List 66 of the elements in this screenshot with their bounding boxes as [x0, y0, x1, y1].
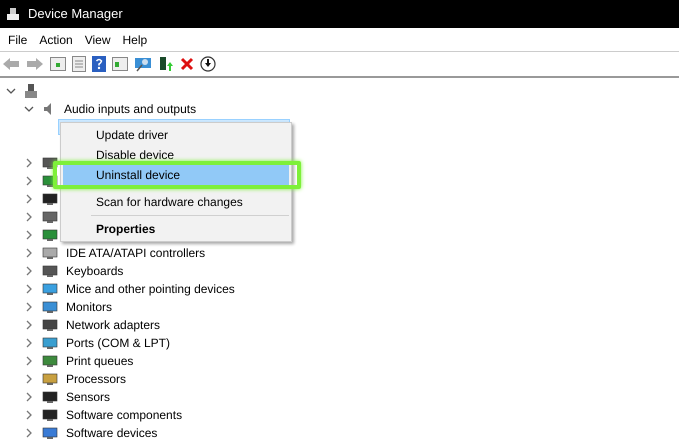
forward-arrow-icon[interactable]: [26, 57, 44, 71]
monitor-search-icon[interactable]: [134, 56, 152, 72]
device-icon: [42, 281, 58, 297]
tree-item-label[interactable]: Mice and other pointing devices: [66, 280, 235, 298]
window-icon[interactable]: [50, 57, 66, 71]
tree-item-label[interactable]: Audio inputs and outputs: [64, 100, 196, 118]
device-icon: [42, 389, 58, 405]
context-menu-item[interactable]: Properties: [63, 219, 289, 239]
device-icon: [42, 299, 58, 315]
computer-icon: [6, 7, 20, 21]
window-icon[interactable]: [112, 57, 128, 71]
expand-chevron-icon[interactable]: [24, 392, 34, 402]
window-title: Device Manager: [28, 5, 123, 24]
device-icon: [42, 227, 58, 243]
expand-chevron-icon[interactable]: [24, 194, 34, 204]
download-circle-icon[interactable]: [200, 56, 216, 72]
expand-chevron-icon[interactable]: [24, 428, 34, 438]
menu-item[interactable]: View: [80, 30, 114, 48]
tree-item-label[interactable]: Software devices: [66, 424, 158, 439]
menu-item[interactable]: Action: [35, 30, 77, 48]
context-menu-item[interactable]: Uninstall device: [63, 165, 289, 185]
device-icon: [42, 371, 58, 387]
expand-chevron-icon[interactable]: [24, 320, 34, 330]
device-icon: [42, 407, 58, 423]
expand-chevron-icon[interactable]: [24, 374, 34, 384]
expand-chevron-icon[interactable]: [24, 158, 34, 168]
context-menu-item[interactable]: Scan for hardware changes: [63, 192, 289, 212]
device-icon: [42, 425, 58, 439]
tree-item-label[interactable]: Ports (COM & LPT): [66, 334, 170, 352]
collapse-chevron-icon[interactable]: [6, 86, 16, 96]
device-icon: [42, 209, 58, 225]
expand-chevron-icon[interactable]: [24, 266, 34, 276]
tree-item-label[interactable]: Print queues: [66, 352, 134, 370]
expand-chevron-icon[interactable]: [24, 248, 34, 258]
expand-chevron-icon[interactable]: [24, 356, 34, 366]
device-icon: [42, 353, 58, 369]
device-icon: [42, 245, 58, 261]
menu-item[interactable]: File: [4, 30, 32, 48]
expand-chevron-icon[interactable]: [24, 176, 34, 186]
tree-item-label[interactable]: Sensors: [66, 388, 110, 406]
collapse-chevron-icon[interactable]: [24, 104, 34, 114]
device-icon: [42, 335, 58, 351]
tree-item-label[interactable]: IDE ATA/ATAPI controllers: [66, 244, 206, 262]
expand-chevron-icon[interactable]: [24, 338, 34, 348]
device-upload-icon[interactable]: [158, 56, 174, 72]
document-icon[interactable]: [72, 56, 86, 72]
expand-chevron-icon[interactable]: [24, 410, 34, 420]
context-menu-item[interactable]: Update driver: [63, 125, 289, 145]
device-icon: [42, 191, 58, 207]
expand-chevron-icon[interactable]: [24, 302, 34, 312]
computer-icon: [24, 83, 38, 99]
menu-item[interactable]: Help: [118, 30, 152, 48]
tree-item-label[interactable]: Software components: [66, 406, 182, 424]
help-icon[interactable]: [92, 56, 106, 72]
expand-chevron-icon[interactable]: [24, 230, 34, 240]
tree-item-label[interactable]: Keyboards: [66, 262, 124, 280]
tree-item-label[interactable]: Processors: [66, 370, 126, 388]
expand-chevron-icon[interactable]: [24, 284, 34, 294]
tree-item-label[interactable]: Network adapters: [66, 316, 160, 334]
device-icon: [42, 263, 58, 279]
tree-item-label[interactable]: Monitors: [66, 298, 112, 316]
device-icon: [42, 317, 58, 333]
back-arrow-icon[interactable]: [2, 57, 20, 71]
context-menu-item[interactable]: Disable device: [63, 145, 289, 165]
delete-icon[interactable]: [180, 57, 194, 71]
expand-chevron-icon[interactable]: [24, 212, 34, 222]
